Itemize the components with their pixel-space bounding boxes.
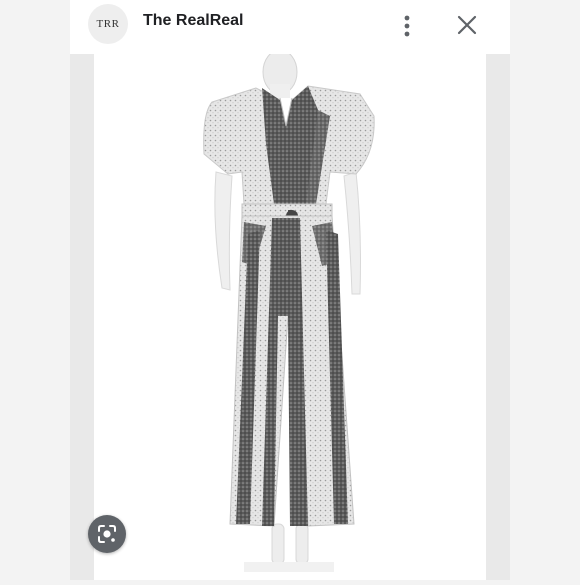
more-vert-icon xyxy=(404,15,410,37)
left-backdrop xyxy=(0,0,70,580)
site-name[interactable]: The RealReal xyxy=(143,12,243,30)
more-options-button[interactable] xyxy=(396,12,418,40)
image-viewer-panel: TRR The RealReal xyxy=(70,0,510,580)
right-backdrop xyxy=(510,0,580,580)
image-area xyxy=(70,49,510,580)
jumpsuit-image xyxy=(203,49,375,572)
site-logo-text: TRR xyxy=(96,18,120,30)
product-photo[interactable] xyxy=(94,49,486,580)
viewer-header: TRR The RealReal xyxy=(70,0,510,54)
google-lens-icon xyxy=(98,525,116,543)
google-lens-button[interactable] xyxy=(88,515,126,553)
close-button[interactable] xyxy=(456,14,478,36)
site-logo: TRR xyxy=(88,4,128,44)
close-icon xyxy=(457,15,477,35)
